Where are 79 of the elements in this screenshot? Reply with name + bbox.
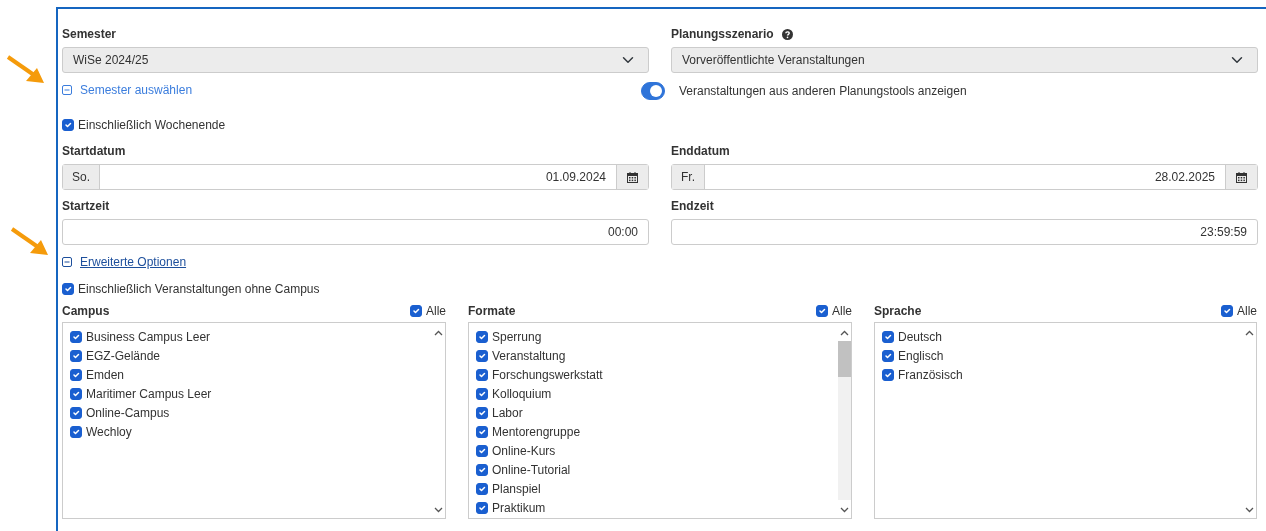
checkbox[interactable]: [70, 406, 82, 419]
checkbox-label: Kolloquium: [492, 385, 552, 403]
list-title: Formate: [468, 303, 516, 320]
select-dropdown[interactable]: Vorveröffentlichte Veranstaltungen: [671, 47, 1258, 73]
checkbox[interactable]: [476, 482, 488, 495]
switch-label: Veranstaltungen aus anderen Planungstools anzeigen: [679, 82, 967, 100]
field-label: Planungsszenario: [671, 26, 774, 43]
checkbox[interactable]: [476, 425, 488, 438]
select-dropdown[interactable]: WiSe 2024/25: [62, 47, 649, 73]
annotation-arrow-icon: [10, 227, 50, 257]
checkbox-label: Online-Campus: [86, 404, 170, 422]
time-input-field[interactable]: 23:59:59: [672, 220, 1257, 244]
checkbox[interactable]: [62, 119, 74, 131]
collapse-toggle-link[interactable]: Semester auswählen: [62, 81, 193, 99]
checkbox[interactable]: [70, 330, 82, 343]
date-picker-field[interactable]: Fr. 28.02.2025: [671, 164, 1258, 190]
help-icon: [781, 28, 793, 40]
date-input-field[interactable]: 28.02.2025: [705, 165, 1225, 189]
checkbox[interactable]: [70, 425, 82, 438]
checkbox-label: Alle: [426, 303, 446, 320]
checkbox-label: Einschließlich Wochenende: [78, 117, 226, 134]
field-label: Startzeit: [62, 198, 110, 215]
checkbox[interactable]: [476, 444, 488, 457]
checkbox-label: Deutsch: [898, 328, 943, 346]
checkbox[interactable]: [70, 368, 82, 381]
time-input-field[interactable]: 00:00: [63, 220, 648, 244]
field-label: Startdatum: [62, 143, 126, 160]
checkbox[interactable]: [70, 349, 82, 362]
date-picker-field[interactable]: So. 01.09.2024: [62, 164, 649, 190]
checkbox-label: Französisch: [898, 366, 963, 384]
checkbox[interactable]: [70, 387, 82, 400]
checkbox[interactable]: [476, 406, 488, 419]
checkbox-label: Online-Tutorial: [492, 461, 571, 479]
checkbox-label: Emden: [86, 366, 125, 384]
checkbox-label: Forschungswerkstatt: [492, 366, 603, 384]
checkbox-label: Planspiel: [492, 480, 541, 498]
checkbox[interactable]: [410, 305, 422, 317]
scrollbar-thumb[interactable]: [837, 341, 851, 377]
checkbox-label: Alle: [1237, 303, 1257, 320]
checkbox[interactable]: [476, 501, 488, 514]
field-label: Enddatum: [671, 143, 730, 160]
collapse-icon: [62, 257, 72, 267]
list-title: Sprache: [874, 303, 922, 320]
checkbox-label: Business Campus Leer: [86, 328, 211, 346]
checkbox-label: Sperrung: [492, 328, 542, 346]
checkbox[interactable]: [882, 368, 894, 381]
calendar-icon[interactable]: [1225, 165, 1257, 189]
collapse-toggle-link[interactable]: Erweiterte Optionen: [62, 253, 187, 271]
checkbox-label: Veranstaltung: [492, 347, 566, 365]
toggle-switch[interactable]: [641, 81, 665, 100]
checkbox-label: Alle: [832, 303, 852, 320]
checkbox-label: Labor: [492, 404, 523, 422]
date-input-field[interactable]: 01.09.2024: [100, 165, 616, 189]
checkbox-label: Einschließlich Veranstaltungen ohne Campus: [78, 281, 320, 298]
weekday-label: Fr.: [672, 165, 705, 189]
checkbox[interactable]: [476, 463, 488, 476]
checkbox[interactable]: [1221, 305, 1233, 317]
checkbox-label: Englisch: [898, 347, 944, 365]
annotation-arrow-icon: [6, 55, 46, 85]
field-label: Endzeit: [671, 198, 714, 215]
checkbox-label: EGZ-Gelände: [86, 347, 161, 365]
checkbox-label: Praktikum: [492, 499, 546, 517]
checkbox[interactable]: [476, 368, 488, 381]
checkbox[interactable]: [476, 330, 488, 343]
checkbox-label: Maritimer Campus Leer: [86, 385, 212, 403]
weekday-label: So.: [63, 165, 100, 189]
checkbox[interactable]: [816, 305, 828, 317]
field-label: Semester: [62, 26, 117, 43]
checkbox-label: Online-Kurs: [492, 442, 556, 460]
checkbox[interactable]: [476, 387, 488, 400]
calendar-icon[interactable]: [616, 165, 648, 189]
checkbox[interactable]: [882, 330, 894, 343]
checkbox-label: Mentorengruppe: [492, 423, 581, 441]
list-title: Campus: [62, 303, 110, 320]
collapse-icon: [62, 85, 72, 95]
checkbox[interactable]: [882, 349, 894, 362]
checkbox-label: Wechloy: [86, 423, 132, 441]
checkbox[interactable]: [476, 349, 488, 362]
checkbox[interactable]: [62, 283, 74, 295]
